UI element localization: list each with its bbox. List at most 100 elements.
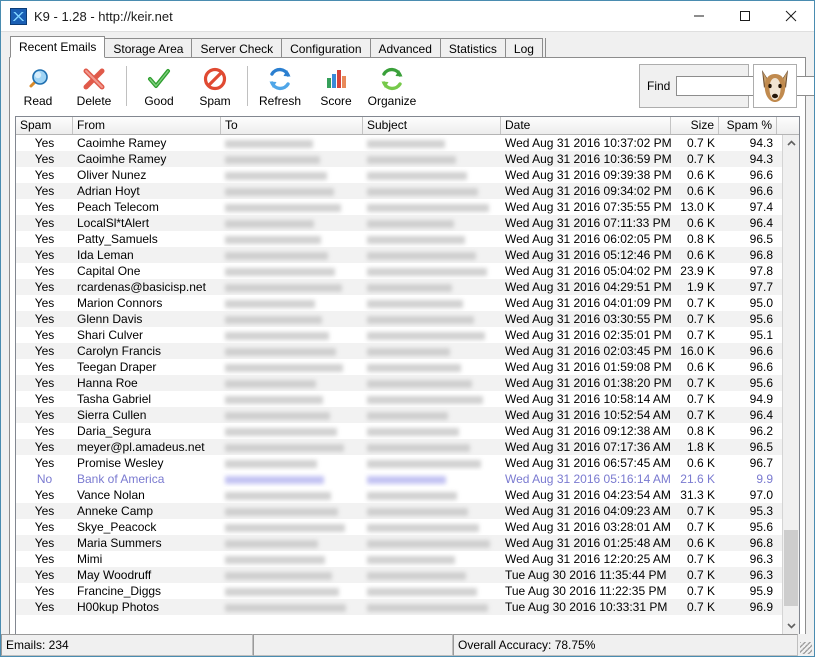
table-row[interactable]: Yes Sierra Cullen Wed Aug 31 2016 10:52:54… — [16, 407, 799, 423]
column-header-pct[interactable]: Spam % — [719, 117, 777, 134]
cell-spam: Yes — [34, 536, 55, 550]
column-header-subject[interactable]: Subject — [363, 117, 501, 134]
delete-button[interactable]: Delete — [66, 62, 122, 112]
table-row[interactable]: Yes Patty_Samuels Wed Aug 31 2016 06:02:05… — [16, 231, 799, 247]
status-bar: Emails: 234 Overall Accuracy: 78.75% — [1, 634, 814, 656]
cell-subject — [363, 487, 501, 503]
table-row[interactable]: Yes rcardenas@basicisp.net Wed Aug 31 2016… — [16, 279, 799, 295]
score-button[interactable]: Score — [308, 62, 364, 112]
table-row[interactable]: Yes Vance Nolan Wed Aug 31 2016 04:23:54 A… — [16, 487, 799, 503]
cell-to — [221, 263, 363, 279]
minimize-button[interactable] — [676, 1, 722, 31]
cell-spam: Yes — [34, 376, 55, 390]
tab-page-recent-emails: Read Delete Good Spam Refresh Score Orga… — [9, 58, 814, 641]
cell-subject — [363, 391, 501, 407]
cell-to — [221, 135, 363, 151]
table-row[interactable]: Yes Peach Telecom Wed Aug 31 2016 07:35:55… — [16, 199, 799, 215]
cell-spam: Yes — [34, 312, 55, 326]
cell-pct: 97.7 — [749, 280, 773, 294]
table-row[interactable]: Yes Glenn Davis Wed Aug 31 2016 03:30:55 P… — [16, 311, 799, 327]
cell-from: Skye_Peacock — [77, 520, 157, 534]
redacted-content — [225, 267, 335, 276]
tab-server-check[interactable]: Server Check — [191, 38, 283, 58]
redacted-content — [225, 363, 343, 372]
resize-grip-icon[interactable] — [798, 640, 814, 656]
column-header-spam[interactable]: Spam — [16, 117, 73, 134]
cell-pct: 96.6 — [749, 168, 773, 182]
cell-size: 0.7 K — [686, 312, 715, 326]
good-button[interactable]: Good — [131, 62, 187, 112]
read-label: Read — [23, 94, 53, 108]
column-header-size[interactable]: Size — [671, 117, 719, 134]
organize-button[interactable]: Organize — [364, 62, 420, 112]
refresh-button[interactable]: Refresh — [252, 62, 308, 112]
cell-to — [221, 311, 363, 327]
column-header-date[interactable]: Date — [501, 117, 671, 134]
table-row[interactable]: Yes Hanna Roe Wed Aug 31 2016 01:38:20 PM 0… — [16, 375, 799, 391]
table-row[interactable]: Yes Caoimhe Ramey Wed Aug 31 2016 10:36:59… — [16, 151, 799, 167]
cell-subject — [363, 455, 501, 471]
redacted-content — [225, 187, 334, 196]
cell-to — [221, 359, 363, 375]
cell-from: Marion Connors — [77, 296, 163, 310]
table-row[interactable]: Yes Daria_Segura Wed Aug 31 2016 09:12:38 … — [16, 423, 799, 439]
cell-size: 0.7 K — [686, 376, 715, 390]
redacted-content — [225, 315, 322, 324]
maximize-button[interactable] — [722, 1, 768, 31]
tab-configuration[interactable]: Configuration — [281, 38, 371, 58]
table-row[interactable]: Yes Promise Wesley Wed Aug 31 2016 06:57:4… — [16, 455, 799, 471]
table-row[interactable]: Yes Mimi Wed Aug 31 2016 12:20:25 AM 0.7 K 9… — [16, 551, 799, 567]
table-row[interactable]: Yes Skye_Peacock Wed Aug 31 2016 03:28:01 … — [16, 519, 799, 535]
table-row[interactable]: Yes Anneke Camp Wed Aug 31 2016 04:09:23 A… — [16, 503, 799, 519]
table-row[interactable]: Yes Ida Leman Wed Aug 31 2016 05:12:46 PM 0… — [16, 247, 799, 263]
table-row[interactable]: Yes H00kup Photos Tue Aug 30 2016 10:33:31… — [16, 599, 799, 615]
redacted-content — [225, 571, 332, 580]
cell-spam: Yes — [34, 360, 55, 374]
table-row[interactable]: Yes LocalSl*tAlert Wed Aug 31 2016 07:11:3… — [16, 215, 799, 231]
cell-pct: 95.6 — [749, 520, 773, 534]
redacted-content — [367, 523, 479, 532]
cell-from: H00kup Photos — [77, 600, 160, 614]
table-row[interactable]: Yes Shari Culver Wed Aug 31 2016 02:35:01 … — [16, 327, 799, 343]
find-label: Find — [647, 79, 671, 93]
column-header-from[interactable]: From — [73, 117, 221, 134]
table-row[interactable]: Yes Francine_Diggs Tue Aug 30 2016 11:22:3… — [16, 583, 799, 599]
cell-subject — [363, 199, 501, 215]
table-row[interactable]: Yes Caoimhe Ramey Wed Aug 31 2016 10:37:02… — [16, 135, 799, 151]
redacted-content — [225, 203, 341, 212]
spam-button[interactable]: Spam — [187, 62, 243, 112]
table-row[interactable]: Yes Teegan Draper Wed Aug 31 2016 01:59:08… — [16, 359, 799, 375]
tab-storage-area[interactable]: Storage Area — [104, 38, 193, 58]
tab-recent-emails[interactable]: Recent Emails — [10, 36, 106, 58]
tab-statistics[interactable]: Statistics — [439, 38, 506, 58]
tab-advanced[interactable]: Advanced — [369, 38, 441, 58]
redacted-content — [225, 283, 342, 292]
cell-spam: Yes — [34, 248, 55, 262]
scroll-up-icon[interactable] — [783, 135, 799, 152]
redacted-content — [225, 475, 324, 484]
table-row[interactable]: Yes Adrian Hoyt Wed Aug 31 2016 09:34:02 P… — [16, 183, 799, 199]
vertical-scrollbar[interactable] — [782, 135, 799, 634]
table-row[interactable]: Yes meyer@pl.amadeus.net Wed Aug 31 2016 0… — [16, 439, 799, 455]
table-row[interactable]: Yes Carolyn Francis Wed Aug 31 2016 02:03:… — [16, 343, 799, 359]
close-button[interactable] — [768, 1, 814, 31]
read-button[interactable]: Read — [10, 62, 66, 112]
table-row[interactable]: Yes Maria Summers Wed Aug 31 2016 01:25:48… — [16, 535, 799, 551]
table-row[interactable]: Yes Tasha Gabriel Wed Aug 31 2016 10:58:14… — [16, 391, 799, 407]
table-row[interactable]: No Bank of America Wed Aug 31 2016 05:16:1… — [16, 471, 799, 487]
table-row[interactable]: Yes Marion Connors Wed Aug 31 2016 04:01:0… — [16, 295, 799, 311]
cell-to — [221, 519, 363, 535]
scroll-down-icon[interactable] — [783, 617, 799, 634]
tab-log[interactable]: Log — [504, 38, 543, 58]
table-row[interactable]: Yes Oliver Nunez Wed Aug 31 2016 09:39:38 … — [16, 167, 799, 183]
k9-app-icon — [10, 7, 27, 25]
tab-strip: Recent Emails Storage Area Server Check Con… — [1, 36, 814, 58]
table-row[interactable]: Yes Capital One Wed Aug 31 2016 05:04:02 P… — [16, 263, 799, 279]
scrollbar-thumb[interactable] — [784, 530, 798, 606]
table-row[interactable]: Yes May Woodruff Tue Aug 30 2016 11:35:44 … — [16, 567, 799, 583]
column-header-to[interactable]: To — [221, 117, 363, 134]
toolbar-group-tools: Refresh Score Organize — [252, 62, 420, 112]
redacted-content — [225, 331, 329, 340]
cell-from: Anneke Camp — [77, 504, 154, 518]
cell-to — [221, 327, 363, 343]
